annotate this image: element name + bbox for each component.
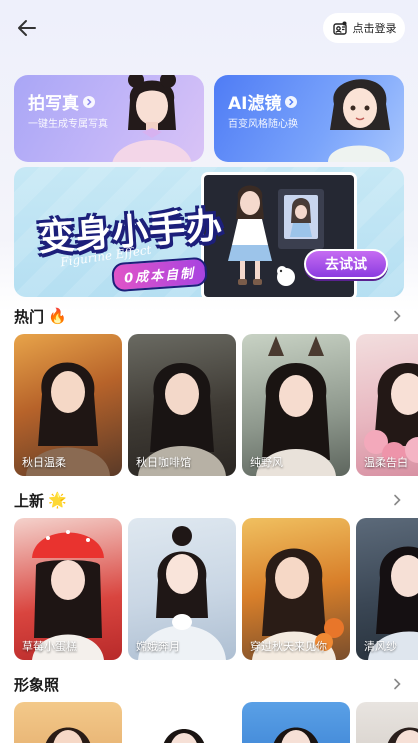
style-card-label: 穿过秋天来见你 [250,640,327,653]
back-button[interactable] [14,15,40,41]
section-portrait-title-row: 形象照 [14,674,59,695]
login-label: 点击登录 [352,22,397,35]
chevron-right-icon[interactable] [390,677,404,691]
style-card[interactable] [128,702,236,743]
portrait-photo [273,727,319,743]
top-bar: 点击登录 [0,0,418,60]
style-card[interactable]: 清风纱 [356,518,418,660]
style-card-label: 温柔告白 [364,456,408,469]
promo-ai-title: AI滤镜 [228,94,282,114]
style-card-label: 清风纱 [364,640,397,653]
promo-photo-title-row: 拍写真 [28,89,95,114]
try-now-button[interactable]: 去试试 [304,249,388,279]
portrait-card-row [14,702,418,743]
promo-photo-card[interactable]: 拍写真 一键生成专属写真 [14,75,204,162]
promo-ai-filter-card[interactable]: AI滤镜 百变风格随心换 [214,75,404,162]
style-card-label: 纯野风 [250,456,283,469]
section-new-title-row: 上新 🌟 [14,490,67,511]
fire-icon: 🔥 [48,307,67,325]
hot-card-row: 秋日温柔 秋日咖啡馆 纯野风 温柔告白 [14,334,418,476]
section-hot-title-row: 热门 🔥 [14,306,67,327]
star-icon: 🌟 [48,491,67,509]
section-portrait-title: 形象照 [14,675,60,694]
style-card[interactable] [14,702,122,743]
portrait-photo [387,727,418,743]
login-button[interactable]: 点击登录 [323,13,405,43]
section-hot-header[interactable]: 热门 🔥 [14,304,404,328]
chevron-right-icon [83,95,95,108]
style-card[interactable] [242,702,350,743]
style-card[interactable]: 穿过秋天来见你 [242,518,350,660]
chevron-right-icon[interactable] [390,493,404,507]
figurine-illustration [228,185,326,286]
style-card[interactable]: 草莓小蛋糕 [14,518,122,660]
anime-girl-illustration [328,79,390,162]
chevron-right-icon[interactable] [390,309,404,323]
style-card[interactable]: 纯野风 [242,334,350,476]
promo-ai-title-row: AI滤镜 [228,89,298,114]
style-card-label: 秋日咖啡馆 [136,456,191,469]
style-card[interactable]: 嫦娥奔月 [128,518,236,660]
figurine-banner[interactable]: 变身小手办 Figurine Effect 0成本自制 去试试 [14,167,404,297]
style-card[interactable] [356,702,418,743]
portrait-photo [164,729,204,743]
style-card[interactable]: 温柔告白 [356,334,418,476]
style-card[interactable]: 秋日温柔 [14,334,122,476]
section-new-header[interactable]: 上新 🌟 [14,488,404,512]
promo-photo-title: 拍写真 [28,94,79,114]
style-card[interactable]: 秋日咖啡馆 [128,334,236,476]
arrow-left-icon [18,20,36,36]
section-portrait-header[interactable]: 形象照 [14,672,404,696]
section-new-title: 上新 [14,491,45,510]
style-card-label: 秋日温柔 [22,456,66,469]
promo-photo-subtitle: 一键生成专属写真 [28,119,108,130]
style-card-label: 嫦娥奔月 [136,640,180,653]
style-card-label: 草莓小蛋糕 [22,640,77,653]
portrait-photo [45,727,91,743]
new-card-row: 草莓小蛋糕 嫦娥奔月 穿过秋天来见你 清风纱 [14,518,418,660]
user-id-icon [332,21,347,35]
promo-ai-subtitle: 百变风格随心换 [228,119,298,130]
portrait-girl-illustration [112,75,192,162]
chevron-right-icon [285,95,298,108]
section-hot-title: 热门 [14,307,45,326]
